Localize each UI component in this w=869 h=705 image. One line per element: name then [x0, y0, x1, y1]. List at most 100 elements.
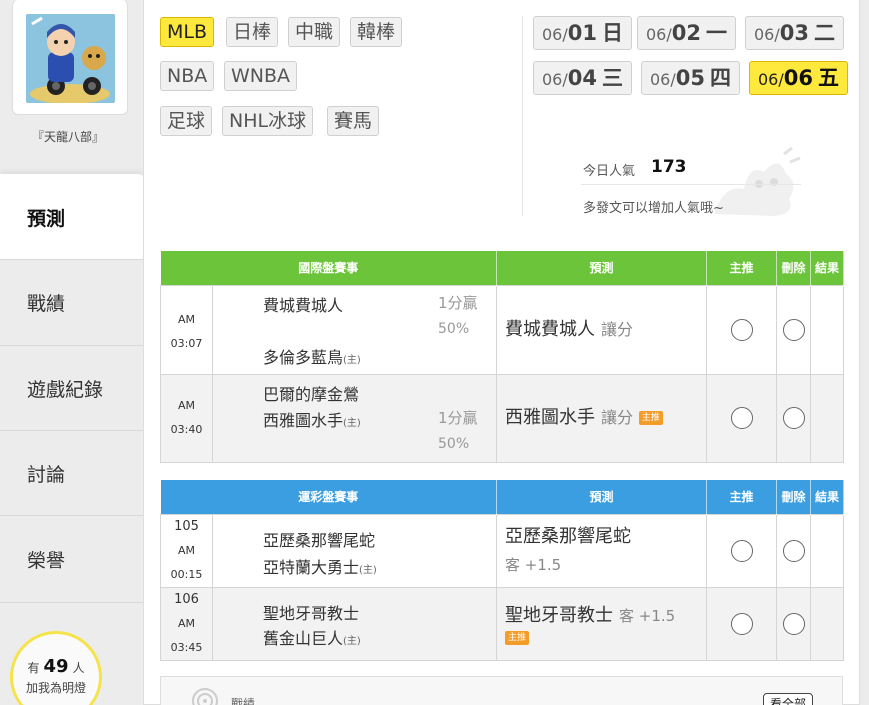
column-header-featured: 主推: [706, 480, 778, 514]
team-home[interactable]: 舊金山巨人(主): [263, 625, 361, 649]
delete-radio[interactable]: [782, 612, 805, 635]
nav-item-label: 榮譽: [27, 549, 66, 572]
avatar-card: [12, 0, 128, 115]
delete-cell: [776, 513, 812, 588]
nav-item-label: 討論: [27, 464, 66, 486]
date-month: 06/: [645, 25, 672, 44]
game-number: 106: [174, 591, 199, 607]
team-home[interactable]: 亞特蘭大勇士(主): [263, 554, 377, 578]
matchup-cell: 聖地牙哥教士 舊金山巨人(主): [211, 586, 498, 661]
league-tab-horse-racing[interactable]: 賽馬: [327, 106, 380, 136]
prediction-cell: 西雅圖水手 讓分 主推: [496, 373, 708, 463]
league-tab-mlb[interactable]: MLB: [160, 17, 215, 47]
nav-item-label: 遊戲紀錄: [27, 379, 104, 401]
date-button-0601[interactable]: 06/01 日: [533, 16, 632, 50]
nav-item-discussion[interactable]: 討論: [0, 430, 143, 516]
view-all-button[interactable]: 看全部: [763, 693, 814, 705]
host-mark: (主): [359, 564, 377, 576]
predicted-team: 亞歷桑那響尾蛇: [505, 525, 632, 547]
result-cell: [810, 586, 845, 661]
predicted-team: 費城費城人: [505, 318, 596, 340]
result-cell: [810, 513, 845, 588]
delete-cell: [776, 373, 812, 463]
nav-item-honor[interactable]: 榮譽: [0, 515, 143, 603]
league-tab-cpbl[interactable]: 中職: [288, 17, 341, 47]
date-month: 06/: [541, 70, 568, 89]
featured-cell: [706, 373, 778, 463]
table-row: 105 AM 00:15 亞歷桑那響尾蛇 亞特蘭大勇士(主) 亞歷桑那響尾蛇 客…: [160, 513, 845, 588]
table-row: AM 03:07 費城費城人 多倫多藍鳥(主) 1分贏 50% 費城費城人 讓分: [160, 284, 845, 375]
date-button-0603[interactable]: 06/03 二: [745, 16, 844, 50]
league-tab-nba[interactable]: NBA: [160, 61, 215, 91]
avatar[interactable]: [26, 14, 115, 103]
league-tab-npb[interactable]: 日棒: [226, 17, 279, 47]
league-tab-soccer[interactable]: 足球: [160, 106, 213, 136]
fan-number: 49: [43, 656, 69, 677]
date-button-0605[interactable]: 06/05 四: [641, 61, 740, 95]
date-button-0606[interactable]: 06/06 五: [749, 61, 848, 95]
swirl-icon: [192, 688, 218, 705]
date-button-0604[interactable]: 06/04 三: [533, 61, 632, 95]
prediction-type: 客 +1.5: [505, 555, 562, 574]
predicted-team: 聖地牙哥教士: [505, 604, 614, 626]
result-cell: [810, 373, 845, 463]
date-day: 02: [671, 21, 701, 45]
column-header-result: 結果: [810, 480, 845, 514]
date-weekday: 一: [706, 21, 728, 45]
delete-radio[interactable]: [782, 539, 805, 562]
featured-radio[interactable]: [730, 318, 753, 341]
game-time: AM 03:07: [160, 284, 213, 375]
featured-badge: 主推: [505, 630, 530, 645]
date-button-0602[interactable]: 06/02 一: [637, 16, 736, 50]
team-away[interactable]: 費城費城人: [263, 292, 343, 316]
delete-cell: [776, 284, 812, 375]
team-home-name: 西雅圖水手: [263, 410, 344, 430]
prediction-cell: 費城費城人 讓分: [496, 284, 708, 375]
delete-radio[interactable]: [782, 407, 805, 429]
league-tab-wnba[interactable]: WNBA: [224, 61, 298, 91]
prediction-cell: 聖地牙哥教士客 +1.5 主推: [496, 586, 708, 661]
odds-line: 1分贏: [438, 408, 478, 427]
featured-radio[interactable]: [730, 612, 753, 635]
table-header-row: 運彩盤賽事 預測 主推 刪除 結果: [160, 480, 845, 514]
fan-count: 有 49 人: [13, 656, 99, 677]
team-home[interactable]: 多倫多藍鳥(主): [263, 344, 361, 368]
team-away[interactable]: 亞歷桑那響尾蛇: [263, 527, 375, 551]
team-home-name: 多倫多藍鳥: [263, 347, 344, 367]
featured-radio[interactable]: [730, 539, 753, 562]
popularity-hint: 多發文可以增加人氣哦~: [583, 201, 724, 216]
game-time: AM 00:15: [170, 543, 203, 581]
featured-radio[interactable]: [730, 407, 753, 429]
featured-cell: [706, 284, 778, 375]
username[interactable]: 『天龍八部』: [0, 128, 136, 145]
game-number: 105: [174, 518, 199, 534]
lottery-games-table: 運彩盤賽事 預測 主推 刪除 結果 105 AM 00:15 亞歷桑那響尾蛇 亞…: [160, 480, 845, 661]
odds-percent: 50%: [438, 435, 470, 452]
nav-item-record[interactable]: 戰績: [0, 259, 143, 345]
nav-item-predict[interactable]: 預測: [0, 174, 146, 260]
host-mark: (主): [343, 354, 361, 366]
league-tab-kbo[interactable]: 韓棒: [350, 17, 403, 47]
team-home-name: 亞特蘭大勇士: [263, 557, 360, 577]
nav-item-label: 戰績: [27, 293, 66, 315]
table-header-row: 國際盤賽事 預測 主推 刪除 結果: [160, 251, 845, 285]
team-away[interactable]: 聖地牙哥教士: [263, 600, 359, 624]
league-tab-nhl[interactable]: NHL冰球: [222, 106, 314, 136]
fan-count-badge[interactable]: 有 49 人 加我為明燈: [10, 631, 102, 705]
team-home-name: 舊金山巨人: [263, 628, 344, 648]
date-day: 06: [783, 66, 813, 90]
popularity-value: 173: [651, 157, 687, 177]
team-home[interactable]: 西雅圖水手(主): [263, 407, 361, 431]
column-header-featured: 主推: [706, 251, 778, 285]
date-day: 03: [779, 21, 809, 45]
date-month: 06/: [753, 25, 780, 44]
team-away[interactable]: 巴爾的摩金鶯: [263, 381, 359, 405]
main-panel: MLB 日棒 中職 韓棒 NBA WNBA 足球 NHL冰球 賽馬 06/01 …: [143, 0, 860, 705]
intl-games-table: 國際盤賽事 預測 主推 刪除 結果 AM 03:07 費城費城人 多倫多藍鳥(主…: [160, 251, 845, 463]
table-row: 106 AM 03:45 聖地牙哥教士 舊金山巨人(主) 聖地牙哥教士客 +1.…: [160, 586, 845, 661]
delete-radio[interactable]: [782, 318, 805, 341]
column-header-games: 國際盤賽事: [160, 251, 498, 285]
nav-item-game-history[interactable]: 遊戲紀錄: [0, 345, 143, 431]
date-day: 05: [675, 66, 705, 90]
table-row: AM 03:40 巴爾的摩金鶯 西雅圖水手(主) 1分贏 50% 西雅圖水手 讓分…: [160, 373, 845, 463]
